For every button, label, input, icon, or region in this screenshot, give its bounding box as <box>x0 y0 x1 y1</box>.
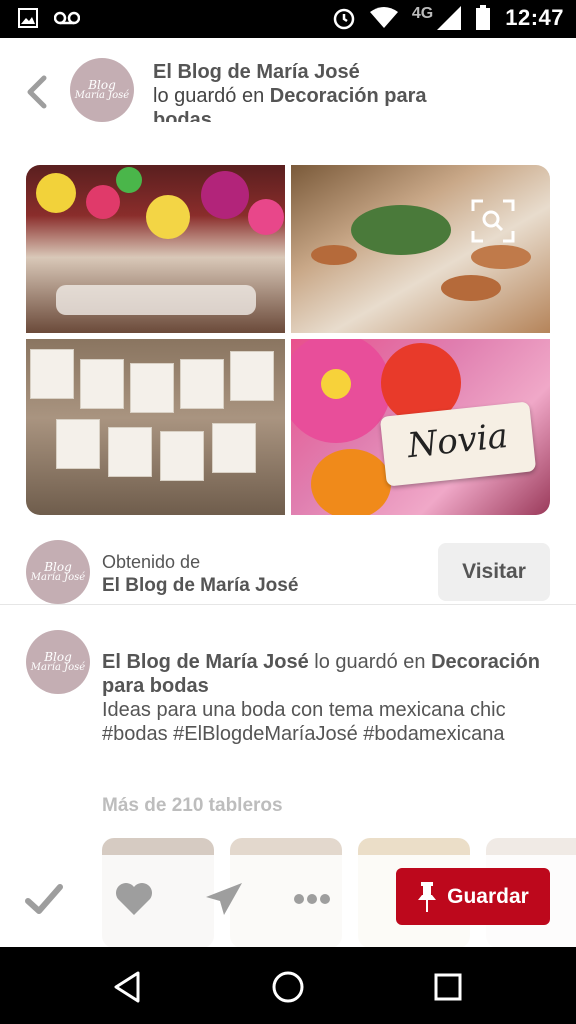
source-row: Blog María José Obtenido de El Blog de M… <box>0 535 576 605</box>
check-icon[interactable] <box>22 877 66 921</box>
system-nav-bar <box>0 947 576 1024</box>
alarm-icon <box>333 8 355 30</box>
header-saved-text: lo guardó en <box>153 85 265 107</box>
boards-count: Más de 210 tableros <box>102 795 283 816</box>
visit-button[interactable]: Visitar <box>438 543 550 601</box>
pin-image-grid[interactable]: Novia <box>26 165 550 515</box>
avatar[interactable]: Blog María José <box>70 58 134 122</box>
desc-saved-text: lo guardó en <box>314 651 426 673</box>
heart-icon[interactable] <box>112 877 156 921</box>
avatar[interactable]: Blog María José <box>26 630 90 694</box>
signal-icon <box>437 6 462 30</box>
action-bar: Guardar <box>0 855 576 947</box>
status-bar: 4G 12:47 <box>0 0 576 38</box>
save-button[interactable]: Guardar <box>396 868 550 925</box>
avatar-text-line2: María José <box>30 661 86 673</box>
novia-sign: Novia <box>379 401 537 487</box>
pin-header: Blog María José El Blog de María José lo… <box>0 38 576 148</box>
voicemail-icon <box>54 11 80 25</box>
back-triangle-icon[interactable] <box>108 967 148 1007</box>
save-label: Guardar <box>447 884 529 908</box>
source-text: Obtenido de El Blog de María José <box>102 550 298 598</box>
pin-image-novia[interactable]: Novia <box>291 339 550 515</box>
pin-image-papel-picado[interactable] <box>26 339 285 515</box>
send-icon[interactable] <box>202 877 246 921</box>
lens-icon[interactable] <box>471 199 515 243</box>
recents-square-icon[interactable] <box>428 967 468 1007</box>
avatar[interactable]: Blog María José <box>26 540 90 604</box>
wifi-icon <box>369 7 398 28</box>
pin-image-table[interactable] <box>291 165 550 333</box>
header-text: El Blog de María José lo guardó en Decor… <box>153 60 483 122</box>
pin-description: El Blog de María José lo guardó en Decor… <box>102 650 542 746</box>
clock: 12:47 <box>505 5 564 30</box>
avatar-text-line2: María José <box>74 89 130 101</box>
chevron-left-icon[interactable] <box>22 72 52 112</box>
network-type: 4G <box>411 5 434 22</box>
header-user-name[interactable]: El Blog de María José <box>153 60 483 84</box>
desc-user-name[interactable]: El Blog de María José <box>102 651 309 673</box>
battery-icon <box>476 5 491 30</box>
desc-body: Ideas para una boda con tema mexicana ch… <box>102 699 506 745</box>
avatar-text-line2: María José <box>30 571 86 583</box>
image-icon <box>18 8 38 28</box>
pin-image-reception[interactable] <box>26 165 285 333</box>
source-site[interactable]: El Blog de María José <box>102 574 298 598</box>
sign-text: Novia <box>405 415 510 467</box>
source-label: Obtenido de <box>102 552 201 572</box>
more-icon[interactable] <box>290 877 334 921</box>
home-circle-icon[interactable] <box>268 967 308 1007</box>
pin-icon <box>418 881 437 912</box>
